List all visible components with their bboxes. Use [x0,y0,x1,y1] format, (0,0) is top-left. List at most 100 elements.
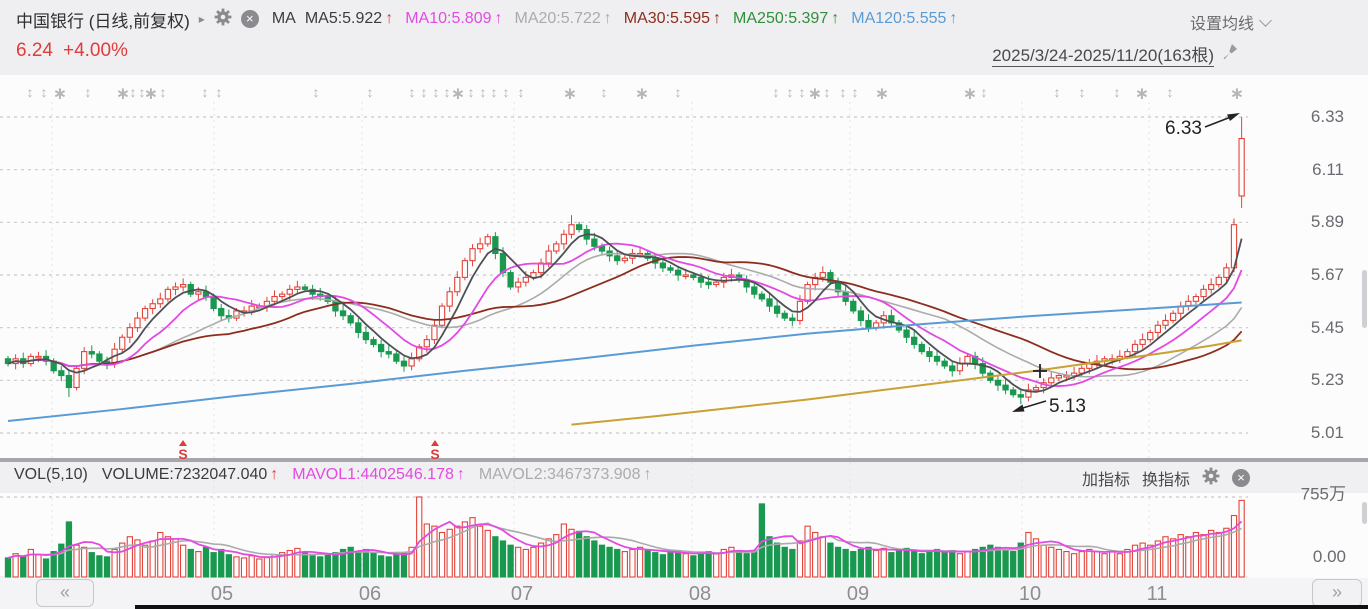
gear-icon[interactable] [214,8,232,31]
svg-text:↕: ↕ [41,84,48,100]
candlestick-series [5,117,1244,404]
svg-text:↕: ↕ [480,84,487,100]
svg-text:∗: ∗ [1135,84,1149,103]
svg-text:↕: ↕ [367,84,374,100]
set-ma-label: 设置均线 [1190,10,1254,34]
month-label: 07 [511,583,533,606]
vol-indicator-item: VOL(5,10) [14,466,88,484]
svg-text:∗: ∗ [144,84,158,103]
price-axis-label: 5.01 [1311,423,1344,443]
month-label: 08 [689,583,711,606]
svg-text:↕: ↕ [840,84,847,100]
svg-text:↕: ↕ [421,84,428,100]
svg-text:∗: ∗ [808,84,822,103]
svg-text:∗: ∗ [116,84,130,103]
svg-text:S: S [178,446,187,462]
svg-text:↕: ↕ [202,84,209,100]
price-axis-label: 5.45 [1311,318,1344,338]
scroll-left-button[interactable]: « [36,579,94,607]
vol-indicator-item: MAVOL1:4402546.178↑ [292,466,465,484]
ma-item: MA120:5.555↑ [851,10,957,28]
volume-toolbar: 加指标 换指标 × [1082,466,1250,490]
ma-item: MA250:5.397↑ [733,10,839,28]
chevron-down-icon [1259,14,1272,27]
svg-text:5.13: 5.13 [1049,396,1086,417]
set-ma-button[interactable]: 设置均线 [1190,10,1270,34]
price-axis-label: 5.89 [1311,212,1344,232]
month-label: 10 [1019,583,1041,606]
svg-text:∗: ∗ [563,84,577,103]
svg-text:↕: ↕ [518,84,525,100]
last-price: 6.24 [16,40,53,62]
svg-text:↕: ↕ [409,84,416,100]
ma-item: MA30:5.595↑ [624,10,721,28]
bottom-bar [135,605,1368,609]
ma-values-row: MA5:5.922↑ MA10:5.809↑ MA20:5.722↑ MA30:5.5… [305,10,960,28]
svg-text:↕: ↕ [433,84,440,100]
svg-text:∗: ∗ [53,84,67,103]
switch-indicator-button[interactable]: 换指标 [1142,466,1190,490]
svg-text:↕: ↕ [824,84,831,100]
svg-text:↕: ↕ [1054,84,1061,100]
annotations: 6.33 5.13 [1012,113,1240,417]
svg-text:↕: ↕ [852,84,859,100]
svg-text:↕: ↕ [160,84,167,100]
month-label: 11 [1147,583,1168,606]
svg-text:∗: ∗ [875,84,889,103]
svg-text:6.33: 6.33 [1165,118,1202,139]
svg-text:↕: ↕ [675,84,682,100]
ma-item: MA10:5.809↑ [405,10,502,28]
svg-text:↕: ↕ [85,84,92,100]
svg-text:↕: ↕ [130,84,137,100]
svg-text:↕: ↕ [468,84,475,100]
svg-text:∗: ∗ [635,84,649,103]
price-row: 6.24 +4.00% [16,40,128,62]
price-axis-label: 5.67 [1311,265,1344,285]
svg-text:↕: ↕ [491,84,498,100]
svg-text:↕: ↕ [313,84,320,100]
ma-group-label: MA [272,10,296,28]
svg-text:↕: ↕ [27,84,34,100]
svg-text:↕: ↕ [601,84,608,100]
right-scrollbar-thumb[interactable] [1362,270,1367,328]
gridlines [0,102,1248,577]
date-range-control: 2025/3/24-2025/11/20(163根) [992,41,1240,67]
price-axis-label: 5.23 [1311,370,1344,390]
volume-axis-label: 0.00 [1313,547,1346,567]
svg-text:↕: ↕ [981,84,988,100]
chart-canvas[interactable]: ↕↕∗↕∗↕↕∗↕↕↕↕↕↕↕↕↕∗↕↕↕↕↕∗↕∗↕↕↕↕∗↕↕↕∗∗↕↕↕↕… [0,0,1368,609]
right-scrollbar-thumb-2[interactable] [1362,502,1367,524]
close-icon[interactable]: × [241,10,259,28]
volume-indicator-row: VOL(5,10)VOLUME:7232047.040↑MAVOL1:44025… [14,466,651,484]
vol-gear-icon[interactable] [1202,467,1220,490]
change-percent: +4.00% [63,40,128,62]
ma-item: MA20:5.722↑ [514,10,611,28]
price-axis-label: 6.11 [1312,160,1344,180]
vol-indicator-item: MAVOL2:3467373.908↑ [479,466,652,484]
price-axis-label: 6.33 [1311,107,1344,127]
svg-text:∗: ∗ [963,84,977,103]
date-range-link[interactable]: 2025/3/24-2025/11/20(163根) [992,41,1214,67]
page-title: 中国银行 (日线,前复权) [16,7,190,32]
month-label: 05 [211,583,233,606]
svg-text:↕: ↕ [1167,84,1174,100]
caret-icon[interactable]: ▸ [199,12,205,26]
svg-text:↕: ↕ [503,84,510,100]
svg-text:∗: ∗ [1230,84,1244,103]
svg-text:↕: ↕ [216,84,223,100]
ma-item: MA5:5.922↑ [305,10,393,28]
svg-text:↕: ↕ [799,84,806,100]
vol-close-icon[interactable]: × [1232,469,1250,487]
add-indicator-button[interactable]: 加指标 [1082,466,1130,490]
month-label: 06 [359,583,381,606]
stock-chart-app: ↕↕∗↕∗↕↕∗↕↕↕↕↕↕↕↕↕∗↕↕↕↕↕∗↕∗↕↕↕↕∗↕↕↕∗∗↕↕↕↕… [0,0,1368,609]
svg-text:∗: ∗ [451,84,465,103]
pin-icon[interactable] [1220,42,1240,67]
svg-text:↕: ↕ [444,84,451,100]
svg-text:↕: ↕ [773,84,780,100]
scroll-right-button[interactable]: » [1312,579,1362,607]
month-label: 09 [847,583,869,606]
volume-axis-label: 755万 [1301,480,1346,505]
svg-text:S: S [430,446,439,462]
svg-text:↕: ↕ [787,84,794,100]
